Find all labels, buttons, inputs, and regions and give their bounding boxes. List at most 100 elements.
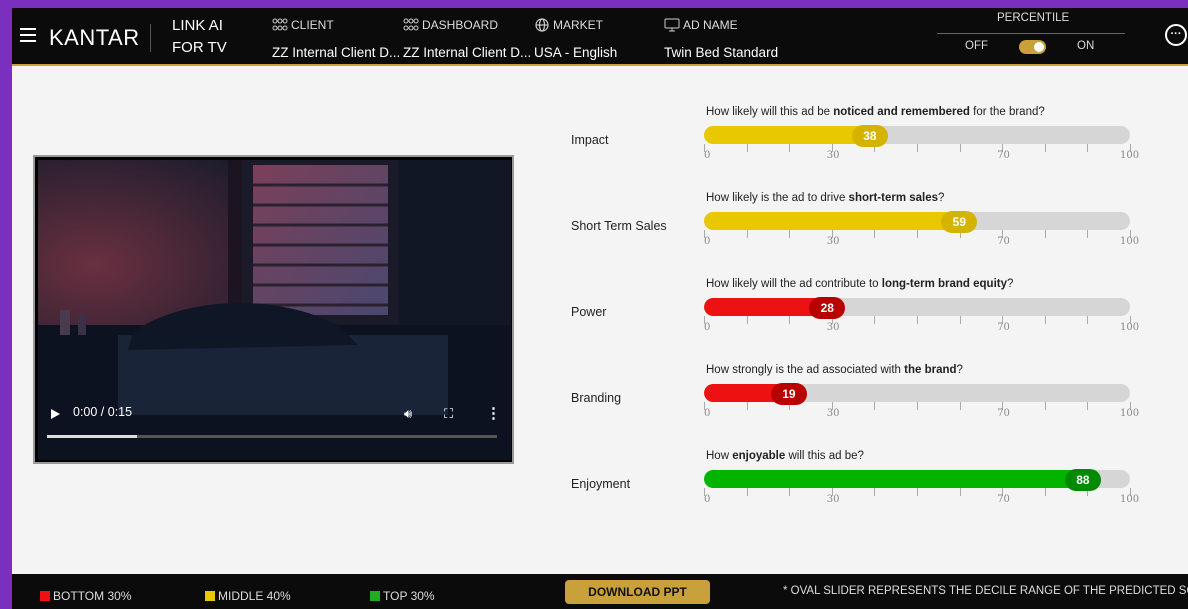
percentile-label: PERCENTILE	[997, 12, 1070, 24]
footer-bar: BOTTOM 30% MIDDLE 40% TOP 30% DOWNLOAD P…	[12, 574, 1188, 609]
score-fill	[704, 212, 966, 230]
scale-tick	[789, 316, 791, 324]
top-bar: KANTAR LINK AI FOR TV CLIENT ZZ Internal…	[12, 8, 1188, 66]
globe-icon	[535, 18, 549, 32]
scale-tick-label: 30	[826, 236, 840, 247]
scale-tick	[1044, 230, 1046, 238]
legend-swatch-red	[40, 591, 50, 601]
question-emphasis: enjoyable	[732, 450, 786, 462]
divider	[937, 33, 1125, 34]
scale-tick-label: 0	[704, 150, 711, 161]
score-oval-slider: 59	[941, 211, 978, 233]
scale-tick	[1044, 144, 1046, 152]
scale-tick	[959, 144, 961, 152]
app-title-line1: LINK AI	[172, 17, 223, 34]
metric-label: Branding	[571, 391, 622, 405]
metric-label: Enjoyment	[571, 477, 631, 491]
scale-tick-label: 30	[826, 494, 840, 505]
scale-tick	[746, 402, 748, 410]
question-emphasis: noticed and remembered	[833, 106, 970, 118]
client-value: ZZ Internal Client D...	[272, 45, 401, 60]
scale-tick	[917, 230, 918, 238]
legend-bottom: BOTTOM 30%	[40, 589, 131, 603]
hamburger-menu-icon[interactable]	[20, 28, 36, 44]
question-text: How likely is the ad to drive	[706, 192, 849, 204]
scale-tick-label: 30	[826, 408, 840, 419]
scale-tick	[874, 488, 876, 496]
scale-tick	[874, 316, 876, 324]
scale-tick	[746, 230, 748, 238]
oval-slider-note: * OVAL SLIDER REPRESENTS THE DECILE RANG…	[783, 585, 1188, 597]
market-selector[interactable]: MARKET USA - English	[534, 17, 617, 60]
metric-row: Branding How strongly is the ad associate…	[12, 364, 1188, 444]
score-track	[704, 212, 1130, 230]
scale-ticks	[704, 316, 1131, 326]
ad-name-selector[interactable]: AD NAME Twin Bed Standard	[664, 17, 778, 60]
market-label: MARKET	[553, 18, 604, 32]
score-oval-slider: 28	[809, 297, 846, 319]
question-emphasis: short-term sales	[848, 192, 939, 204]
percentile-toggle[interactable]	[1019, 40, 1046, 54]
question-text: How likely will the ad contribute to	[706, 278, 882, 290]
scale-tick	[1087, 316, 1089, 324]
scale-tick	[959, 488, 961, 496]
scale-tick	[789, 230, 791, 238]
question-text: How	[706, 450, 733, 462]
question-text: ?	[938, 192, 945, 204]
question-text: ?	[956, 364, 963, 376]
scale-tick-label: 100	[1120, 322, 1140, 333]
scale-tick-label: 70	[997, 236, 1010, 247]
client-label: CLIENT	[291, 18, 334, 32]
metric-label: Power	[571, 305, 607, 319]
download-ppt-button[interactable]: DOWNLOAD PPT	[565, 580, 710, 604]
score-fill	[704, 470, 1089, 488]
legend-swatch-green	[370, 591, 380, 601]
metric-question: How likely will the ad contribute to lon…	[706, 278, 1013, 290]
scale-tick-label: 30	[826, 150, 840, 161]
legend-top-label: TOP 30%	[383, 589, 435, 603]
scale-tick-label: 0	[704, 236, 711, 247]
metric-question: How strongly is the ad associated with t…	[706, 364, 963, 376]
score-track	[704, 298, 1130, 316]
question-text: ?	[1007, 278, 1014, 290]
scale-tick-label: 100	[1120, 494, 1140, 505]
scale-tick-label: 100	[1120, 408, 1140, 419]
metric-label: Short Term Sales	[571, 219, 667, 233]
scale-ticks	[704, 488, 1131, 498]
scale-tick	[1044, 488, 1046, 496]
people-network-icon	[272, 18, 288, 31]
scale-tick	[959, 402, 961, 410]
dashboard-label: DASHBOARD	[422, 18, 499, 32]
percentile-on-label: ON	[1077, 40, 1095, 52]
scale-tick	[746, 144, 748, 152]
metric-question: How likely will this ad be noticed and r…	[706, 106, 1045, 118]
scale-ticks	[704, 144, 1131, 154]
question-text: will this ad be?	[785, 450, 864, 462]
question-text: for the brand?	[969, 106, 1045, 118]
dashboard-selector[interactable]: DASHBOARD ZZ Internal Client D...	[403, 17, 531, 60]
legend-middle: MIDDLE 40%	[205, 589, 291, 603]
divider	[150, 24, 151, 52]
question-emphasis: long-term brand equity	[881, 278, 1008, 290]
legend-middle-label: MIDDLE 40%	[218, 589, 291, 603]
client-selector[interactable]: CLIENT ZZ Internal Client D...	[272, 17, 400, 60]
scale-tick-label: 70	[997, 408, 1010, 419]
scale-tick	[789, 144, 791, 152]
scale-tick-label: 0	[704, 494, 711, 505]
score-oval-slider: 38	[851, 125, 888, 147]
metric-question: How likely is the ad to drive short-term…	[706, 192, 944, 204]
scale-tick	[1087, 402, 1089, 410]
metric-row: Power How likely will the ad contribute t…	[12, 278, 1188, 358]
scale-tick	[959, 316, 961, 324]
metric-row: Enjoyment How enjoyable will this ad be? 0…	[12, 450, 1188, 530]
scale-tick-label: 0	[704, 408, 711, 419]
scale-ticks	[704, 402, 1131, 412]
score-track	[704, 126, 1130, 144]
scale-tick	[789, 488, 791, 496]
app-title: LINK AI FOR TV	[172, 15, 227, 59]
ellipsis-circle-icon[interactable]: ···	[1165, 24, 1187, 46]
scale-tick-label: 70	[997, 150, 1010, 161]
percentile-off-label: OFF	[965, 40, 988, 52]
scale-tick	[746, 316, 748, 324]
legend-swatch-yellow	[205, 591, 215, 601]
